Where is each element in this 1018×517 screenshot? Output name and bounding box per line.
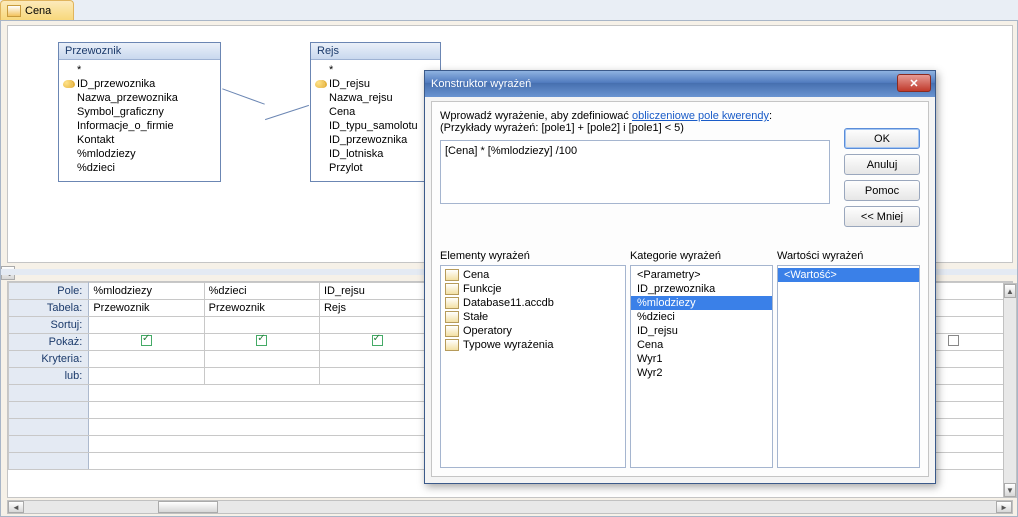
db-icon: [445, 297, 459, 309]
field-item[interactable]: %dzieci: [63, 161, 216, 175]
list-item-selected[interactable]: <Wartość>: [778, 268, 919, 282]
grid-cell[interactable]: %dzieci: [204, 283, 319, 300]
elements-tree[interactable]: Cena +Funkcje +Database11.accdb Stałe Op…: [440, 265, 626, 468]
check-icon: [141, 335, 152, 346]
check-icon: [948, 335, 959, 346]
field-item[interactable]: ID_przewoznika: [315, 133, 436, 147]
arrow-down-icon[interactable]: ▼: [1004, 483, 1016, 497]
tree-item[interactable]: Operatory: [441, 324, 625, 338]
row-label-or: lub:: [9, 368, 89, 385]
field-item[interactable]: Przylot: [315, 161, 436, 175]
arrow-left-icon[interactable]: ◄: [8, 501, 24, 513]
fx-icon: [445, 283, 459, 295]
relationship-line[interactable]: [265, 105, 309, 120]
field-item[interactable]: Nazwa_rejsu: [315, 91, 436, 105]
tree-item[interactable]: +Database11.accdb: [441, 296, 625, 310]
tree-item[interactable]: Cena: [441, 268, 625, 282]
close-icon: ✕: [909, 77, 918, 90]
grid-hscroll[interactable]: ◄ ►: [7, 500, 1013, 514]
field-item[interactable]: Kontakt: [63, 133, 216, 147]
field-item[interactable]: Cena: [315, 105, 436, 119]
categories-label: Kategorie wyrażeń: [630, 250, 773, 262]
op-icon: [445, 325, 459, 337]
list-item[interactable]: Wyr1: [631, 352, 772, 366]
field-item-pk[interactable]: ID_rejsu: [315, 77, 436, 91]
grid-cell[interactable]: Przewoznik: [89, 300, 204, 317]
row-label-field: Pole:: [9, 283, 89, 300]
table-title: Rejs: [311, 43, 440, 60]
categories-list[interactable]: <Parametry> ID_przewoznika %mlodziezy %d…: [630, 265, 773, 468]
query-tab[interactable]: Cena: [0, 0, 74, 20]
field-item[interactable]: Symbol_graficzny: [63, 105, 216, 119]
values-list[interactable]: <Wartość>: [777, 265, 920, 468]
list-item[interactable]: ID_przewoznika: [631, 282, 772, 296]
query-tab-label: Cena: [25, 5, 51, 17]
list-item-selected[interactable]: %mlodziezy: [631, 296, 772, 310]
field-item[interactable]: Nazwa_przewoznika: [63, 91, 216, 105]
table-przewoznik[interactable]: Przewoznik * ID_przewoznika Nazwa_przewo…: [58, 42, 221, 182]
grid-cell[interactable]: Przewoznik: [204, 300, 319, 317]
help-button[interactable]: Pomoc: [844, 180, 920, 201]
arrow-up-icon[interactable]: ▲: [1004, 284, 1016, 298]
list-item[interactable]: %dzieci: [631, 310, 772, 324]
dialog-intro: Wprowadź wyrażenie, aby zdefiniować obli…: [440, 110, 920, 122]
dialog-titlebar[interactable]: Konstruktor wyrażeń ✕: [425, 71, 935, 97]
const-icon: [445, 311, 459, 323]
field-item[interactable]: *: [315, 63, 436, 77]
field-item[interactable]: %mlodziezy: [63, 147, 216, 161]
field-item-pk[interactable]: ID_przewoznika: [63, 77, 216, 91]
table-title: Przewoznik: [59, 43, 220, 60]
show-checkbox[interactable]: [89, 334, 204, 351]
show-checkbox[interactable]: [204, 334, 319, 351]
list-item[interactable]: <Parametry>: [631, 268, 772, 282]
show-checkbox[interactable]: [319, 334, 434, 351]
row-label-show: Pokaż:: [9, 334, 89, 351]
check-icon: [256, 335, 267, 346]
list-item[interactable]: Cena: [631, 338, 772, 352]
field-item[interactable]: ID_typu_samolotu: [315, 119, 436, 133]
field-item[interactable]: ID_lotniska: [315, 147, 436, 161]
grid-vscroll[interactable]: ▲ ▼: [1003, 283, 1017, 498]
grid-cell[interactable]: ID_rejsu: [319, 283, 434, 300]
expression-builder-dialog: Konstruktor wyrażeń ✕ Wprowadź wyrażenie…: [424, 70, 936, 484]
table-field-list: * ID_przewoznika Nazwa_przewoznika Symbo…: [59, 60, 220, 181]
less-button[interactable]: << Mniej: [844, 206, 920, 227]
tree-item[interactable]: +Funkcje: [441, 282, 625, 296]
row-label-criteria: Kryteria:: [9, 351, 89, 368]
arrow-right-icon[interactable]: ►: [996, 501, 1012, 513]
list-item[interactable]: ID_rejsu: [631, 324, 772, 338]
expression-input[interactable]: [440, 140, 830, 204]
grid-cell[interactable]: %mlodziezy: [89, 283, 204, 300]
dialog-title: Konstruktor wyrażeń: [431, 78, 531, 90]
values-label: Wartości wyrażeń: [777, 250, 920, 262]
table-field-list: * ID_rejsu Nazwa_rejsu Cena ID_typu_samo…: [311, 60, 440, 181]
tree-item[interactable]: Stałe: [441, 310, 625, 324]
field-item[interactable]: Informacje_o_firmie: [63, 119, 216, 133]
check-icon: [372, 335, 383, 346]
row-label-table: Tabela:: [9, 300, 89, 317]
expr-icon: [445, 339, 459, 351]
table-rejs[interactable]: Rejs * ID_rejsu Nazwa_rejsu Cena ID_typu…: [310, 42, 441, 182]
grid-cell[interactable]: Rejs: [319, 300, 434, 317]
table-icon: [445, 269, 459, 281]
ok-button[interactable]: OK: [844, 128, 920, 149]
relationship-line[interactable]: [222, 88, 265, 104]
query-icon: [7, 5, 21, 17]
tree-item[interactable]: Typowe wyrażenia: [441, 338, 625, 352]
intro-link[interactable]: obliczeniowe pole kwerendy: [632, 110, 769, 122]
cancel-button[interactable]: Anuluj: [844, 154, 920, 175]
close-button[interactable]: ✕: [897, 74, 931, 92]
field-item[interactable]: *: [63, 63, 216, 77]
row-label-sort: Sortuj:: [9, 317, 89, 334]
elements-label: Elementy wyrażeń: [440, 250, 626, 262]
list-item[interactable]: Wyr2: [631, 366, 772, 380]
scroll-thumb[interactable]: [158, 501, 218, 513]
